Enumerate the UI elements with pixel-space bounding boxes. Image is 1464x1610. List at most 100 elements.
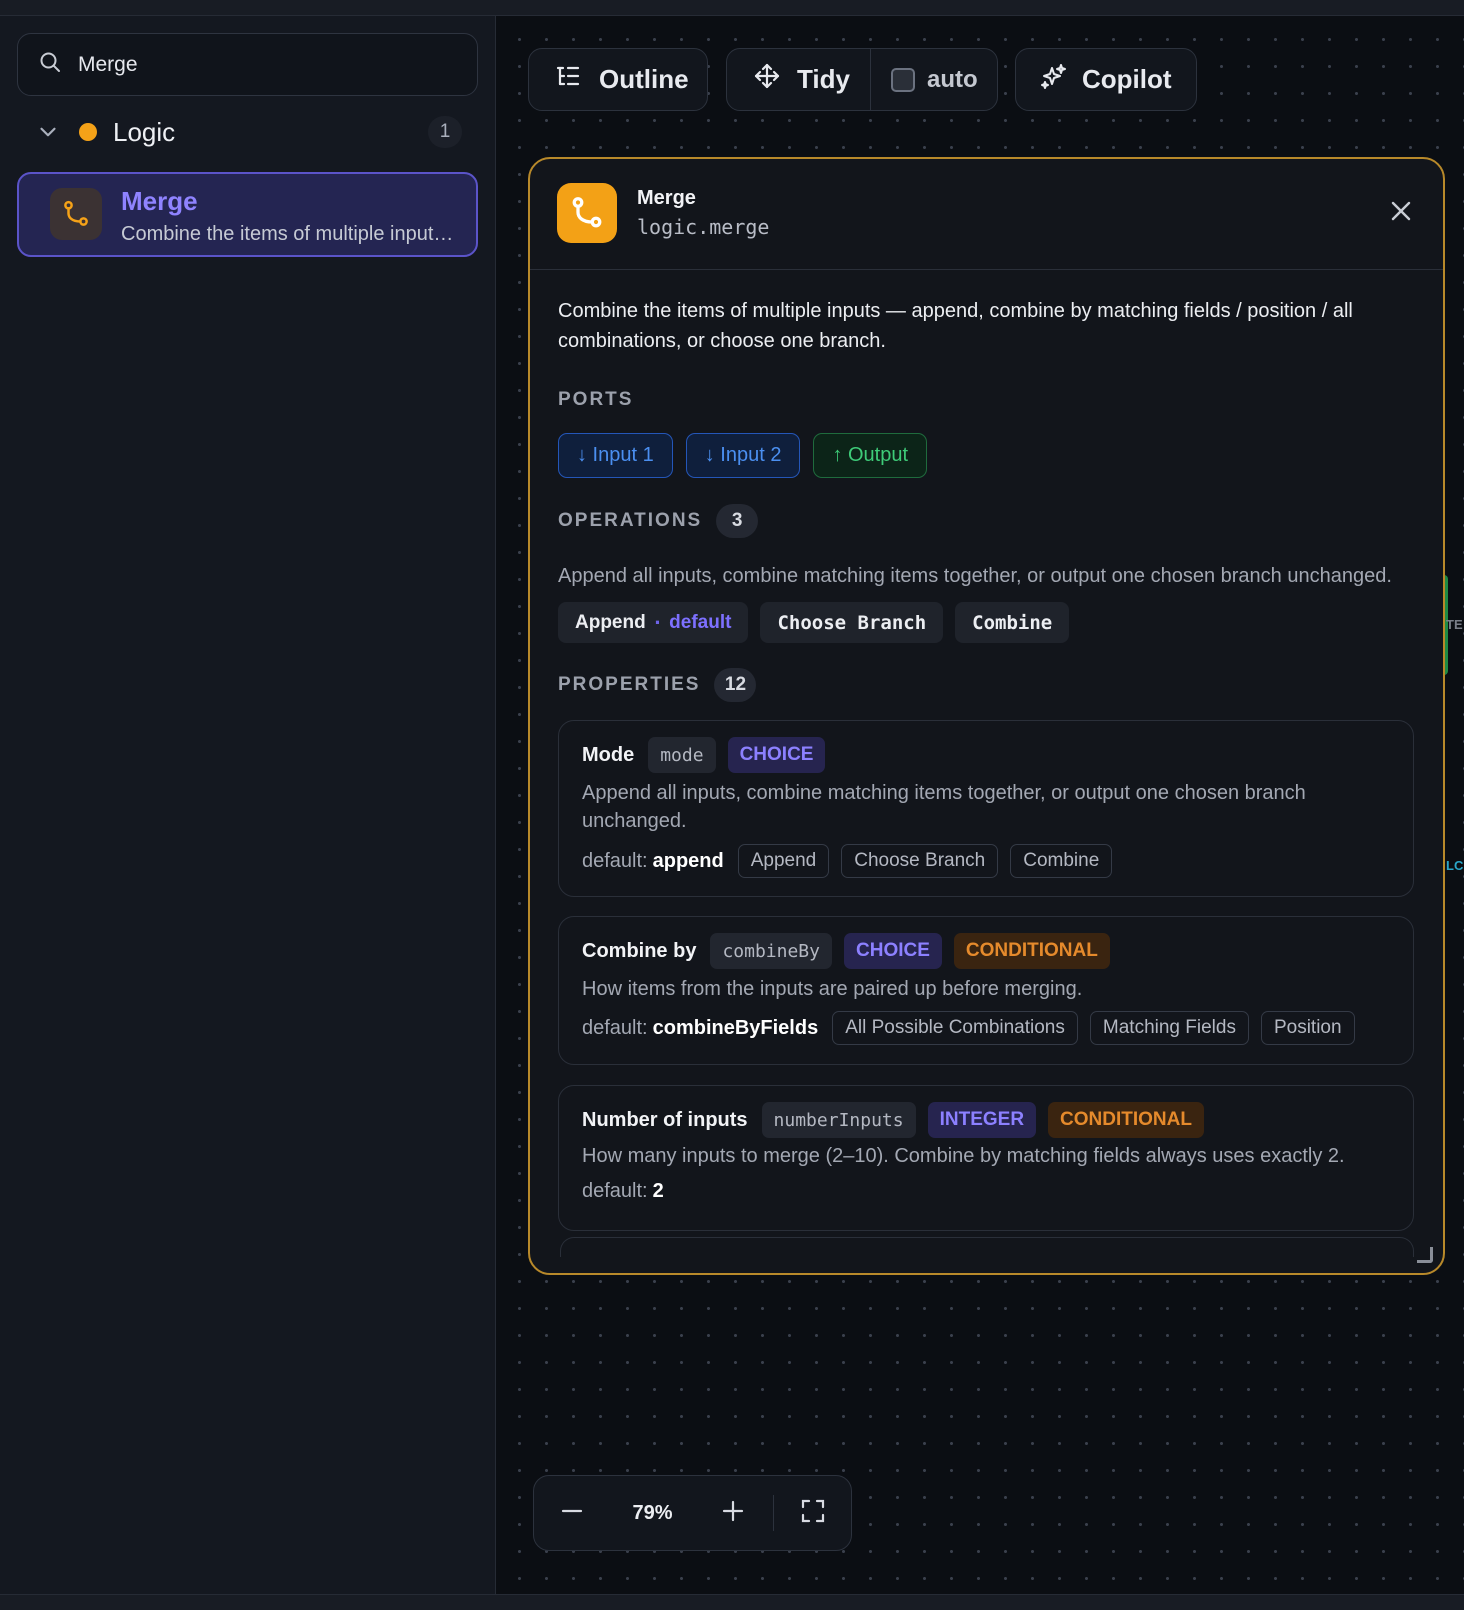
move-icon <box>753 62 781 97</box>
property-type-badge: CHOICE <box>727 737 826 773</box>
window-bottom-strip <box>0 1594 1464 1610</box>
search-value[interactable]: Merge <box>78 53 138 77</box>
property-description: How many inputs to merge (2–10). Combine… <box>582 1145 1345 1167</box>
property-key: combineBy <box>710 933 832 969</box>
ports-heading-label: PORTS <box>558 389 634 410</box>
default-value: 2 <box>652 1180 664 1202</box>
property-header: Number of inputs numberInputs INTEGER CO… <box>582 1102 1204 1138</box>
option-chip[interactable]: All Possible Combinations <box>832 1011 1078 1045</box>
auto-label: auto <box>927 65 978 93</box>
properties-heading: PROPERTIES 12 <box>558 668 757 702</box>
copilot-button[interactable]: Copilot <box>1015 48 1197 111</box>
tidy-label: Tidy <box>797 64 850 94</box>
operations-list: Append · default Choose Branch Combine <box>558 602 1070 643</box>
option-chip[interactable]: Append <box>737 844 830 878</box>
operation-choose-branch[interactable]: Choose Branch <box>760 602 944 643</box>
default-separator: · <box>651 611 664 634</box>
property-name: Combine by <box>582 939 697 962</box>
plus-icon <box>719 1497 747 1530</box>
property-defaults: default: combineByFields All Possible Com… <box>582 1011 1355 1045</box>
chevron-down-icon[interactable] <box>35 119 61 145</box>
node-description: Combine the items of multiple inputs — a… <box>558 300 1353 352</box>
conditional-badge: CONDITIONAL <box>953 933 1110 969</box>
zoom-in-button[interactable] <box>696 1475 771 1551</box>
category-count-badge: 1 <box>428 116 462 148</box>
merge-icon <box>50 188 102 240</box>
conditional-badge: CONDITIONAL <box>1048 1102 1204 1138</box>
offscreen-node-label: TE <box>1446 617 1463 632</box>
fit-view-button[interactable] <box>776 1475 851 1551</box>
zoom-level: 79% <box>632 1501 673 1524</box>
port-input-1[interactable]: ↓ Input 1 <box>558 433 673 478</box>
offscreen-node-label-2: LC <box>1446 858 1464 873</box>
properties-count-badge: 12 <box>714 668 757 702</box>
property-type-badge: CHOICE <box>844 933 942 969</box>
zoom-out-button[interactable] <box>534 1475 609 1551</box>
ports-heading: PORTS <box>558 389 633 411</box>
property-type-badge: INTEGER <box>927 1102 1037 1138</box>
operation-combine[interactable]: Combine <box>955 602 1070 643</box>
property-card-number-inputs: Number of inputs numberInputs INTEGER CO… <box>558 1085 1414 1231</box>
zoom-controls: 79% <box>533 1475 852 1551</box>
option-chip[interactable]: Matching Fields <box>1089 1011 1249 1045</box>
minus-icon <box>558 1497 586 1530</box>
default-prefix: default: <box>582 1180 648 1202</box>
ports-list: ↓ Input 1 ↓ Input 2 ↑ Output <box>558 433 928 478</box>
search-input[interactable]: Merge <box>17 33 478 96</box>
default-label: default: combineByFields <box>582 1017 820 1040</box>
close-icon[interactable] <box>1385 195 1417 227</box>
property-defaults: default: append Append Choose Branch Comb… <box>582 844 1113 878</box>
property-header: Combine by combineBy CHOICE CONDITIONAL <box>582 933 1110 969</box>
default-label: default: 2 <box>582 1180 666 1203</box>
properties-heading-label: PROPERTIES <box>558 674 701 695</box>
node-item-title: Merge <box>121 186 198 216</box>
property-defaults: default: 2 <box>582 1180 666 1203</box>
option-chip[interactable]: Choose Branch <box>841 844 999 878</box>
window-top-strip <box>0 0 1464 16</box>
tidy-button[interactable]: Tidy <box>727 49 871 110</box>
category-color-dot <box>79 123 97 141</box>
operations-heading: OPERATIONS 3 <box>558 504 759 538</box>
panel-header: Merge logic.merge <box>530 159 1443 270</box>
port-output[interactable]: ↑ Output <box>813 433 928 478</box>
operation-append-label: Append <box>575 611 646 633</box>
next-property-card-peek <box>560 1237 1414 1257</box>
panel-title: Merge <box>637 187 696 209</box>
operation-append[interactable]: Append · default <box>558 602 749 643</box>
option-chip[interactable]: Combine <box>1010 844 1113 878</box>
resize-handle[interactable] <box>1417 1247 1433 1263</box>
property-description: Append all inputs, combine matching item… <box>582 782 1306 832</box>
outline-label: Outline <box>599 64 689 94</box>
property-description: How items from the inputs are paired up … <box>582 978 1083 1000</box>
sparkles-icon <box>1040 62 1068 97</box>
node-detail-panel: Merge logic.merge Combine the items of m… <box>528 157 1445 1275</box>
panel-node-id: logic.merge <box>637 215 770 239</box>
category-label: Logic <box>113 116 176 147</box>
property-card-combine-by: Combine by combineBy CHOICE CONDITIONAL … <box>558 916 1414 1065</box>
outline-button[interactable]: Outline <box>528 48 708 111</box>
copilot-label: Copilot <box>1082 64 1172 94</box>
default-value: append <box>652 849 724 872</box>
tidy-button-group: Tidy auto <box>726 48 998 111</box>
port-input-2[interactable]: ↓ Input 2 <box>685 433 801 478</box>
fullscreen-icon <box>799 1497 827 1530</box>
auto-toggle[interactable]: auto <box>871 49 978 110</box>
property-name: Mode <box>582 743 635 766</box>
option-chip[interactable]: Position <box>1260 1011 1355 1045</box>
property-card-mode: Mode mode CHOICE Append all inputs, comb… <box>558 720 1414 897</box>
default-value: combineByFields <box>652 1016 819 1039</box>
operations-description: Append all inputs, combine matching item… <box>558 565 1392 587</box>
default-label: default: append <box>582 850 726 873</box>
default-tag: default <box>669 611 732 633</box>
property-key: mode <box>648 737 716 773</box>
node-item-merge[interactable]: Merge Combine the items of multiple inpu… <box>17 172 478 257</box>
category-logic[interactable]: Logic 1 <box>17 110 478 154</box>
node-item-description: Combine the items of multiple input… <box>121 223 454 245</box>
zoom-divider <box>772 1495 774 1531</box>
default-prefix: default: <box>582 1016 648 1039</box>
property-header: Mode mode CHOICE <box>582 737 826 773</box>
operations-count-badge: 3 <box>716 504 759 538</box>
merge-icon <box>557 183 617 243</box>
auto-checkbox[interactable] <box>891 67 915 92</box>
node-library-sidebar: Merge Logic 1 Merge Combine the items of… <box>0 16 496 1594</box>
